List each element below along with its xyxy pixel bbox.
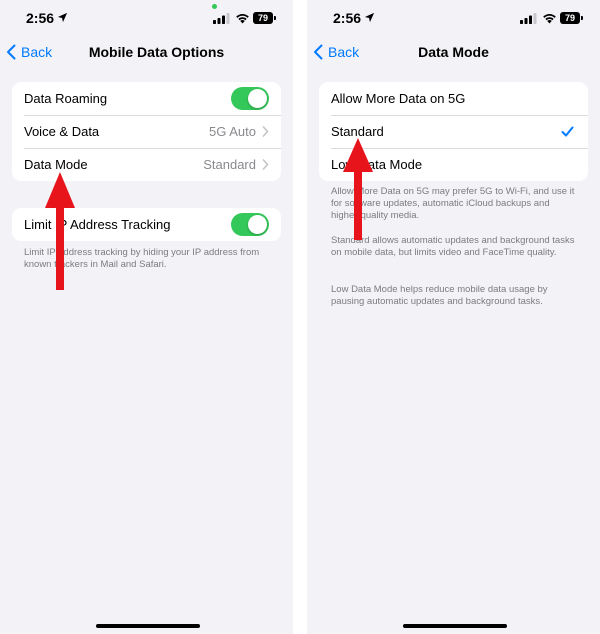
nav-bar: Back Data Mode [307,38,600,66]
toggle-knob [248,89,267,108]
data-mode-screen: 2:56 79 Back Data Mode Allow More Data o… [307,0,600,634]
chevron-right-icon [262,126,269,137]
data-roaming-row: Data Roaming [12,82,281,115]
data-mode-value: Standard [203,157,256,172]
page-title: Data Mode [418,44,489,60]
voice-data-label: Voice & Data [24,124,100,139]
checkmark-icon [561,126,574,137]
data-roaming-toggle[interactable] [231,87,269,110]
home-indicator [403,624,507,628]
home-indicator [96,624,200,628]
option-label: Standard [331,124,384,139]
cellular-options-group: Data Roaming Voice & Data 5G Auto Data M… [12,82,281,181]
toggle-knob [248,215,267,234]
annotation-arrow-up [45,172,75,290]
cellular-signal-icon [213,13,230,24]
nav-bar: Back Mobile Data Options [0,38,293,66]
limit-ip-tracking-toggle[interactable] [231,213,269,236]
data-roaming-label: Data Roaming [24,91,108,106]
wifi-icon [236,14,249,24]
page-title: Mobile Data Options [88,44,225,60]
option-label: Allow More Data on 5G [331,91,466,106]
status-bar: 2:56 79 [307,0,600,38]
location-arrow-icon [364,12,375,23]
battery-cap [581,16,583,20]
battery-icon: 79 [560,12,580,24]
status-time: 2:56 [333,10,362,26]
wifi-icon [543,14,556,24]
description-low-data-mode: Low Data Mode helps reduce mobile data u… [331,284,548,307]
mic-indicator-dot [212,4,217,9]
status-bar: 2:56 79 [0,0,293,38]
status-time: 2:56 [26,10,55,26]
option-allow-more-data[interactable]: Allow More Data on 5G [319,82,588,115]
data-mode-label: Data Mode [24,157,88,172]
screenshot-stage: 2:56 79 Back Mobile Data Options Data Ro… [0,0,600,634]
annotation-arrow-up [343,138,373,240]
battery-icon: 79 [253,12,273,24]
mobile-data-options-screen: 2:56 79 Back Mobile Data Options Data Ro… [0,0,293,634]
location-arrow-icon [57,12,68,23]
voice-data-row[interactable]: Voice & Data 5G Auto [12,115,281,148]
battery-cap [274,16,276,20]
chevron-right-icon [262,159,269,170]
voice-data-value: 5G Auto [209,124,256,139]
cellular-signal-icon [520,13,537,24]
